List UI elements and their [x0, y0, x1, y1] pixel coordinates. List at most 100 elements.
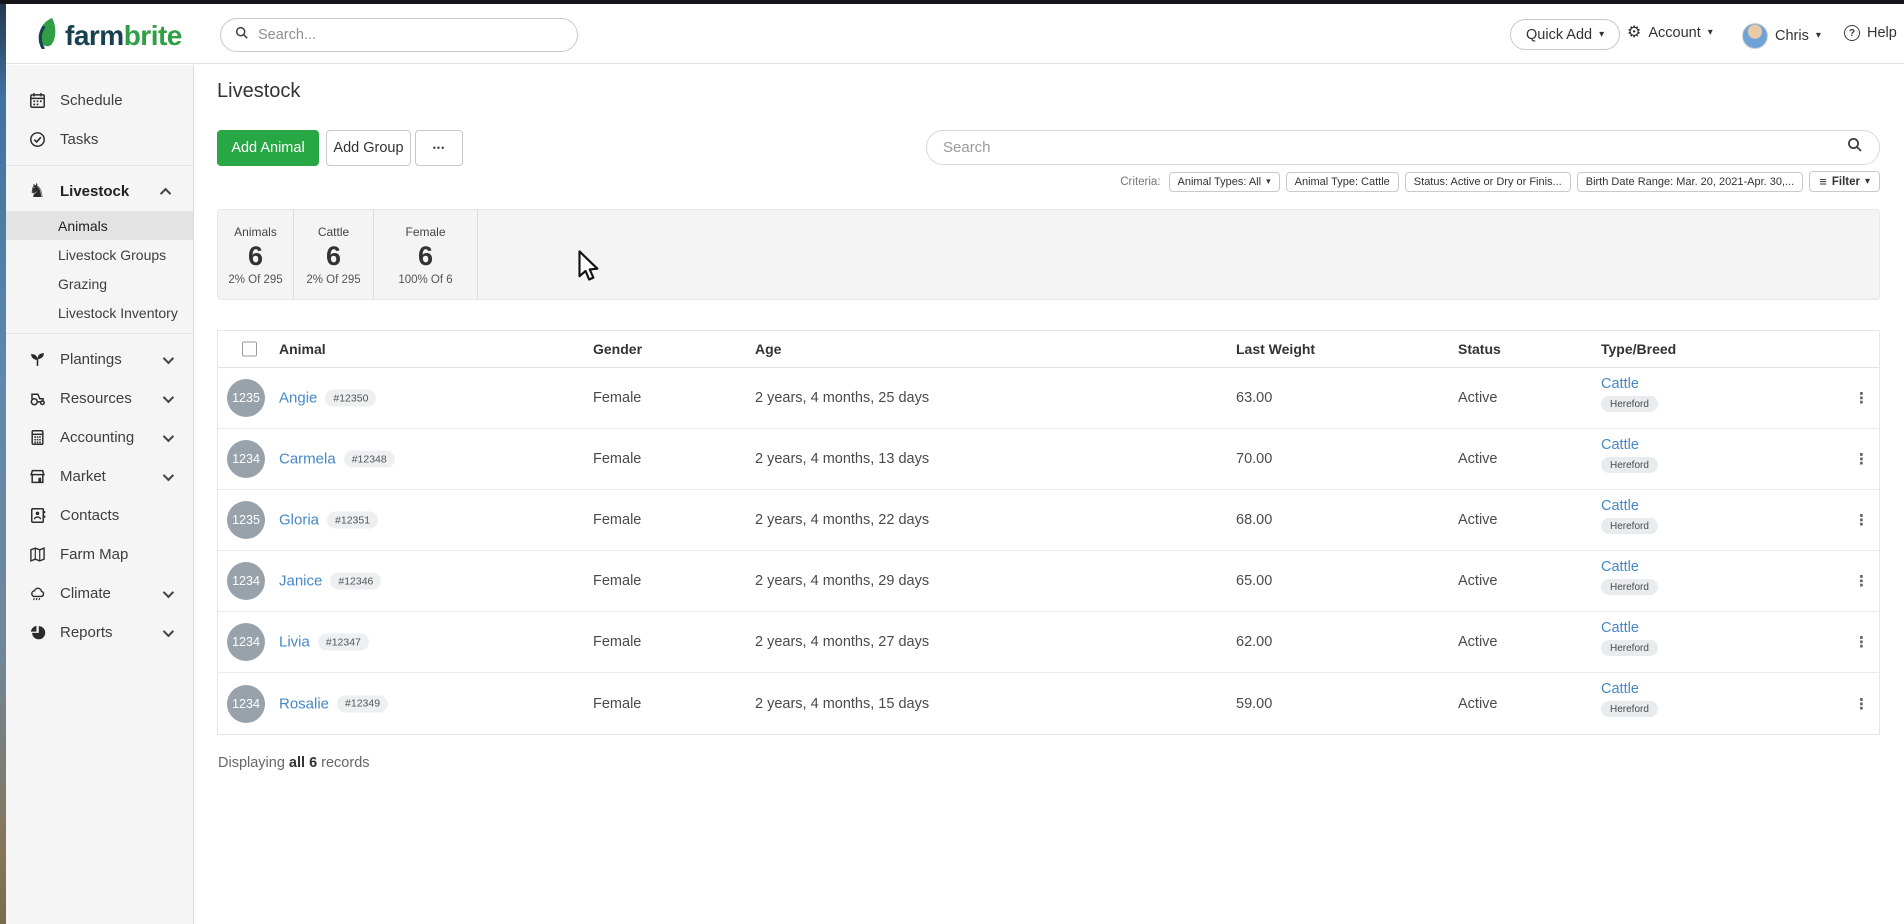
chevron-down-icon	[162, 625, 175, 637]
row-menu-icon[interactable]: ⋮	[1848, 568, 1875, 594]
animal-name-link[interactable]: Gloria	[279, 512, 319, 529]
row-menu-icon[interactable]: ⋮	[1848, 446, 1875, 472]
quick-add-button[interactable]: Quick Add ▾	[1510, 19, 1621, 50]
table-row: 1234 Carmela #12348 Female 2 years, 4 mo…	[218, 429, 1879, 490]
global-search-input[interactable]	[258, 27, 538, 43]
sidebar-item-farm-map[interactable]: Farm Map	[6, 535, 193, 574]
animal-name-link[interactable]: Livia	[279, 634, 310, 651]
criteria-chip[interactable]: Status: Active or Dry or Finis...	[1404, 171, 1571, 192]
breed-badge: Hereford	[1601, 579, 1658, 595]
column-header-last-weight[interactable]: Last Weight	[1236, 341, 1315, 357]
global-search-box[interactable]	[220, 18, 578, 52]
stat-label: Cattle	[317, 225, 350, 240]
sidebar-item-livestock[interactable]: ♞ Livestock	[6, 172, 193, 211]
search-icon[interactable]	[1847, 137, 1863, 158]
sidebar-nav: Schedule Tasks ♞ Livestock Animals Livestock …	[6, 65, 194, 924]
table-row: 1234 Janice #12346 Female 2 years, 4 mon…	[218, 551, 1879, 612]
livestock-search-input[interactable]	[943, 139, 1847, 156]
gender-cell: Female	[593, 695, 642, 712]
animal-name-link[interactable]: Rosalie	[279, 695, 329, 712]
stat-cell: Animals 6 2% Of 295	[218, 210, 294, 299]
chevron-up-icon	[159, 187, 172, 199]
sidebar-item-livestock-groups[interactable]: Livestock Groups	[6, 240, 193, 269]
age-cell: 2 years, 4 months, 22 days	[755, 512, 930, 528]
criteria-chip[interactable]: Animal Type: Cattle	[1285, 171, 1399, 192]
user-menu[interactable]: Chris ▾	[1742, 23, 1821, 49]
status-cell: Active	[1458, 695, 1498, 712]
sidebar-item-contacts[interactable]: Contacts	[6, 496, 193, 535]
stat-value: 6	[417, 241, 434, 272]
livestock-icon: ♞	[28, 181, 46, 202]
last-weight-cell: 70.00	[1236, 451, 1273, 467]
sidebar-item-livestock-inventory[interactable]: Livestock Inventory	[6, 298, 193, 327]
chevron-down-icon	[162, 469, 175, 481]
sidebar-item-tasks[interactable]: Tasks	[6, 120, 193, 159]
mouse-cursor	[578, 250, 599, 281]
age-cell: 2 years, 4 months, 29 days	[755, 573, 930, 589]
plantings-icon	[28, 351, 46, 368]
record-count: Displaying all 6 records	[218, 755, 370, 771]
select-all-checkbox[interactable]	[242, 341, 257, 357]
row-menu-icon[interactable]: ⋮	[1848, 629, 1875, 655]
sidebar-item-schedule[interactable]: Schedule	[6, 81, 193, 120]
animal-type-link[interactable]: Cattle	[1601, 498, 1639, 514]
filter-button[interactable]: ≡ Filter ▾	[1809, 171, 1880, 192]
market-icon	[28, 468, 46, 485]
animal-type-link[interactable]: Cattle	[1601, 620, 1639, 636]
criteria-chip[interactable]: Birth Date Range: Mar. 20, 2021-Apr. 30,…	[1576, 171, 1804, 192]
stat-cell: Cattle 6 2% Of 295	[294, 210, 374, 299]
age-cell: 2 years, 4 months, 15 days	[755, 695, 930, 712]
breed-badge: Hereford	[1601, 640, 1658, 656]
breed-badge: Hereford	[1601, 396, 1658, 412]
sidebar-item-grazing[interactable]: Grazing	[6, 269, 193, 298]
chevron-down-icon	[162, 352, 175, 364]
stat-value: 6	[325, 241, 342, 272]
row-menu-icon[interactable]: ⋮	[1848, 691, 1875, 717]
sidebar-item-reports[interactable]: Reports	[6, 613, 193, 652]
animal-tag-badge: #12349	[337, 695, 389, 712]
livestock-search-box[interactable]	[926, 130, 1880, 165]
animal-type-link[interactable]: Cattle	[1601, 376, 1639, 392]
sidebar-item-climate[interactable]: Climate	[6, 574, 193, 613]
animal-name-link[interactable]: Angie	[279, 390, 317, 407]
sidebar-item-resources[interactable]: Resources	[6, 379, 193, 418]
status-cell: Active	[1458, 512, 1498, 528]
farmbrite-logo[interactable]: farmbrite	[32, 17, 182, 54]
last-weight-cell: 65.00	[1236, 573, 1273, 589]
column-header-animal[interactable]: Animal	[279, 341, 326, 357]
gear-icon: ⚙	[1627, 24, 1642, 41]
sidebar-item-accounting[interactable]: Accounting	[6, 418, 193, 457]
help-link[interactable]: ? Help	[1844, 25, 1897, 41]
breed-badge: Hereford	[1601, 518, 1658, 534]
row-menu-icon[interactable]: ⋮	[1848, 507, 1875, 533]
sidebar-item-plantings[interactable]: Plantings	[6, 340, 193, 379]
criteria-chip[interactable]: Animal Types: All ▾	[1168, 171, 1280, 192]
more-actions-button[interactable]: •••	[415, 130, 463, 166]
criteria-label: Criteria:	[1120, 175, 1161, 188]
caret-down-icon: ▾	[1599, 28, 1605, 40]
sidebar-item-market[interactable]: Market	[6, 457, 193, 496]
add-animal-button[interactable]: Add Animal	[217, 130, 319, 166]
add-group-button[interactable]: Add Group	[326, 130, 411, 166]
column-header-gender[interactable]: Gender	[593, 341, 642, 357]
animal-name-link[interactable]: Carmela	[279, 451, 336, 468]
table-row: 1235 Angie #12350 Female 2 years, 4 mont…	[218, 368, 1879, 429]
stat-label: Female	[405, 225, 446, 240]
last-weight-cell: 62.00	[1236, 634, 1273, 650]
animal-name-link[interactable]: Janice	[279, 573, 322, 590]
animal-type-link[interactable]: Cattle	[1601, 681, 1639, 697]
row-menu-icon[interactable]: ⋮	[1848, 385, 1875, 411]
animal-type-link[interactable]: Cattle	[1601, 437, 1639, 453]
column-header-age[interactable]: Age	[755, 341, 781, 357]
animal-type-link[interactable]: Cattle	[1601, 559, 1639, 575]
caret-down-icon: ▾	[1815, 30, 1821, 41]
status-cell: Active	[1458, 451, 1498, 467]
animal-avatar: 1234	[227, 623, 265, 661]
table-header: Animal Gender Age Last Weight Status Typ…	[218, 331, 1879, 368]
table-row: 1235 Gloria #12351 Female 2 years, 4 mon…	[218, 490, 1879, 551]
column-header-status[interactable]: Status	[1458, 341, 1501, 357]
column-header-type-breed[interactable]: Type/Breed	[1601, 341, 1676, 357]
sidebar-item-animals[interactable]: Animals	[6, 211, 193, 240]
help-circle-icon: ?	[1844, 25, 1860, 41]
account-menu[interactable]: ⚙ Account ▾	[1627, 24, 1713, 42]
